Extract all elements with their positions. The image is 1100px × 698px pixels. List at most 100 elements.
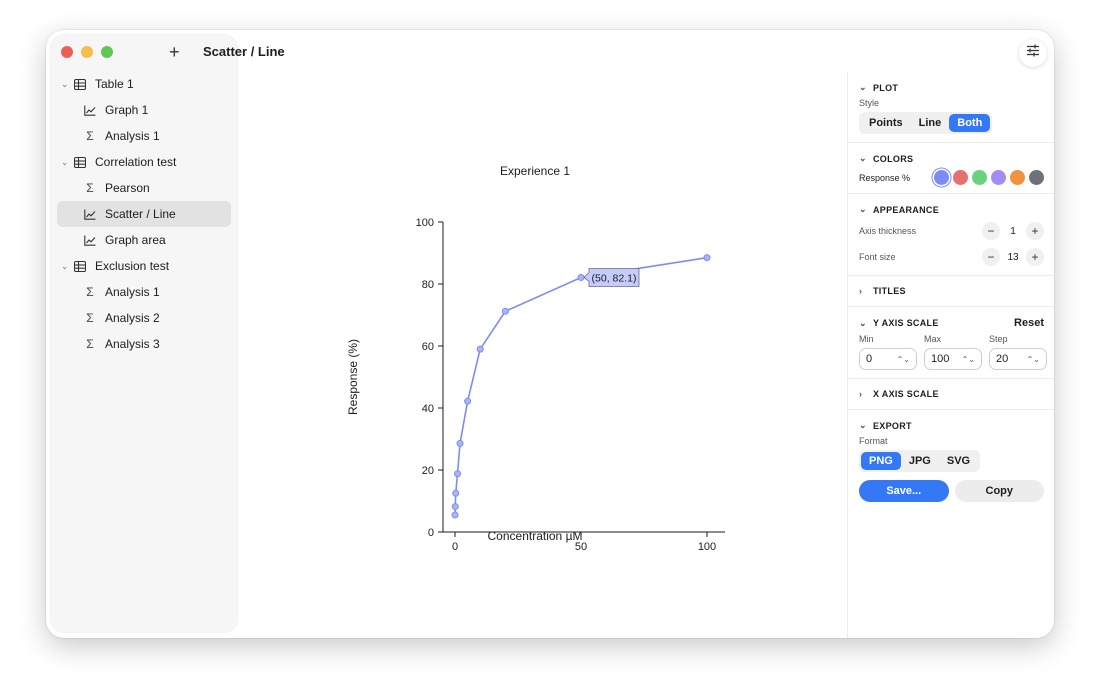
sliders-icon [1026,44,1040,62]
color-swatch[interactable] [1029,170,1044,185]
sidebar-group-table-1[interactable]: ⌄ Table 1 [57,71,231,97]
stepper-arrows-icon[interactable]: ⌃⌄ [897,355,910,364]
data-point[interactable] [454,470,462,478]
chart-axes: 0204060801000 50 100 [416,217,725,553]
zoom-window-button[interactable] [101,46,113,58]
copy-button[interactable]: Copy [954,480,1044,502]
increase-button[interactable]: + [1026,248,1044,266]
color-swatch[interactable] [953,170,968,185]
data-point[interactable] [451,511,459,519]
colors-section-header[interactable]: ⌄ COLORS [859,153,1044,164]
format-png-option[interactable]: PNG [861,452,901,470]
data-point[interactable] [464,397,472,405]
style-line-option[interactable]: Line [911,114,950,132]
style-both-option[interactable]: Both [949,114,991,132]
sidebar-group-label: Table 1 [95,77,134,91]
reset-button[interactable]: Reset [1014,317,1044,329]
sidebar-item-pearson[interactable]: Σ Pearson [57,175,231,201]
inspector-panel: ⌄ PLOT Style Points Line Both ⌄ COLORS R… [847,72,1054,638]
color-swatch[interactable] [1010,170,1025,185]
titles-section-header[interactable]: › TITLES [859,286,1044,296]
chevron-down-icon[interactable]: ⌄ [61,79,71,90]
sidebar-item-label: Graph 1 [105,103,149,117]
section-title: APPEARANCE [873,204,940,215]
data-point[interactable] [451,503,459,511]
export-section-header[interactable]: ⌄ EXPORT [859,420,1044,431]
stepper-arrows-icon[interactable]: ⌃⌄ [962,355,975,364]
color-swatch[interactable] [934,170,949,185]
plot-section-header[interactable]: ⌄ PLOT [859,82,1044,93]
appearance-section-header[interactable]: ⌄ APPEARANCE [859,204,1044,215]
sidebar-item-graph-area[interactable]: Graph area [57,227,231,253]
table-icon [71,156,89,168]
section-title: X AXIS SCALE [873,389,939,399]
sidebar-item-analysis-3[interactable]: Σ Analysis 3 [57,331,231,357]
sidebar-item-label: Scatter / Line [105,207,176,221]
chevron-down-icon[interactable]: ⌄ [61,157,71,168]
data-point[interactable] [577,273,585,281]
sidebar-item-label: Analysis 1 [105,129,160,143]
data-point[interactable] [456,439,464,447]
data-point[interactable] [703,254,711,262]
series-points[interactable] [451,254,711,519]
tooltip-text: (50, 82.1) [592,272,637,284]
section-title: EXPORT [873,420,912,431]
sidebar: + ⌄ Table 1 Graph 1 Σ Analysis 1 ⌄ Corre… [51,35,237,632]
series-line-path [454,256,708,515]
max-value: 100 [931,353,950,365]
sidebar-group-correlation-test[interactable]: ⌄ Correlation test [57,149,231,175]
minimize-window-button[interactable] [81,46,93,58]
color-swatches [934,170,1044,185]
chart-title: Experience 1 [500,164,570,178]
sidebar-item-analysis-2[interactable]: Σ Analysis 2 [57,305,231,331]
app-window: + ⌄ Table 1 Graph 1 Σ Analysis 1 ⌄ Corre… [46,30,1054,638]
close-window-button[interactable] [61,46,73,58]
sidebar-tree: ⌄ Table 1 Graph 1 Σ Analysis 1 ⌄ Correla… [51,71,237,357]
series-line [454,256,708,515]
add-button[interactable]: + [169,42,180,63]
chevron-down-icon[interactable]: ⌄ [61,261,71,272]
format-jpg-option[interactable]: JPG [901,452,939,470]
sidebar-item-label: Analysis 3 [105,337,160,351]
sidebar-item-graph-1[interactable]: Graph 1 [57,97,231,123]
data-point[interactable] [452,489,460,497]
font-size-label: Font size [859,252,896,262]
chevron-down-icon: ⌄ [859,82,867,92]
style-points-option[interactable]: Points [861,114,911,132]
y-axis-scale-section-header[interactable]: ⌄ Y AXIS SCALE [859,318,939,329]
x-axis-scale-section-header[interactable]: › X AXIS SCALE [859,389,1044,399]
save-button[interactable]: Save... [859,480,949,502]
inspector-toggle-button[interactable] [1019,39,1047,67]
plot-section: ⌄ PLOT Style Points Line Both [848,72,1054,143]
sidebar-item-scatter-line[interactable]: Scatter / Line [57,201,231,227]
sidebar-item-analysis-1[interactable]: Σ Analysis 1 [57,279,231,305]
section-title: Y AXIS SCALE [873,318,939,328]
increase-button[interactable]: + [1026,222,1044,240]
sigma-icon: Σ [86,337,94,351]
export-section: ⌄ EXPORT Format PNG JPG SVG Save... Copy [848,410,1054,510]
y-axis-scale-section: ⌄ Y AXIS SCALE Reset Min 0 ⌃⌄ Max 100 ⌃⌄… [848,307,1054,379]
stepper-arrows-icon[interactable]: ⌃⌄ [1027,355,1040,364]
table-icon [71,260,89,272]
sidebar-group-exclusion-test[interactable]: ⌄ Exclusion test [57,253,231,279]
scatter-line-chart[interactable]: Experience 1 0204060801000 50 100 (50, 82.… [241,120,841,590]
min-field[interactable]: 0 ⌃⌄ [859,348,917,370]
decrease-button[interactable]: − [982,222,1000,240]
color-swatch[interactable] [991,170,1006,185]
y-tick-label: 100 [416,217,434,229]
y-tick-label: 80 [422,279,434,291]
format-svg-option[interactable]: SVG [939,452,978,470]
section-title: TITLES [873,286,906,296]
data-point[interactable] [501,307,509,315]
sigma-icon: Σ [86,181,94,195]
window-controls [61,46,113,58]
max-field[interactable]: 100 ⌃⌄ [924,348,982,370]
color-swatch[interactable] [972,170,987,185]
section-title: PLOT [873,82,899,93]
sidebar-item-analysis-1[interactable]: Σ Analysis 1 [57,123,231,149]
y-tick-label: 40 [422,403,434,415]
step-field[interactable]: 20 ⌃⌄ [989,348,1047,370]
section-title: COLORS [873,153,914,164]
data-point[interactable] [476,345,484,353]
decrease-button[interactable]: − [982,248,1000,266]
